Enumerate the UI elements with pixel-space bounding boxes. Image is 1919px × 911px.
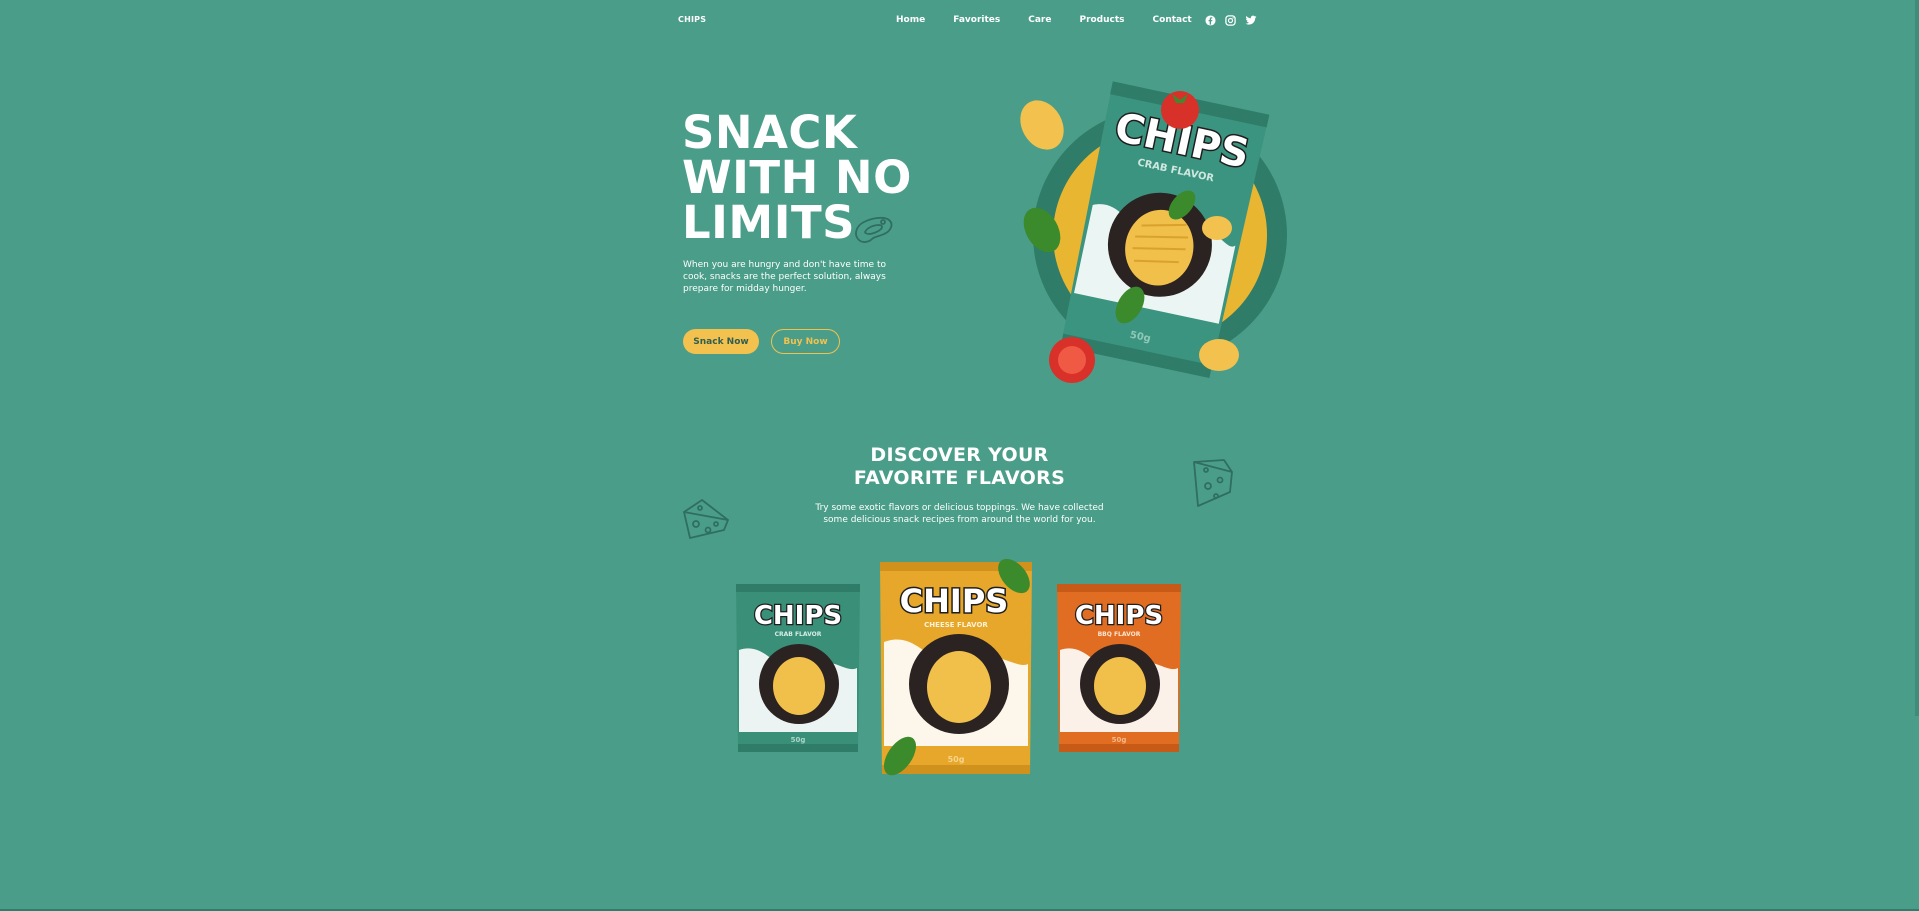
hero-description: When you are hungry and don't have time …: [683, 260, 886, 294]
facebook-icon[interactable]: [1205, 14, 1217, 26]
bag-weight-text: 50g: [1112, 736, 1127, 744]
bag-brand-text: CHIPS: [754, 601, 842, 631]
bag-flavor-text: BBQ FLAVOR: [1098, 631, 1141, 638]
bag-brand-text: CHIPS: [1075, 601, 1163, 631]
social-links: [1205, 14, 1257, 26]
nav-products[interactable]: Products: [1079, 15, 1124, 25]
page-scrollbar[interactable]: [1915, 0, 1919, 716]
hero-title-line: SNACK: [682, 106, 858, 159]
bag-weight-text: 50g: [791, 736, 806, 744]
cheese-icon: [1193, 459, 1233, 507]
main-nav: Home Favorites Care Products Contact: [896, 14, 1257, 26]
buy-now-button[interactable]: Buy Now: [771, 329, 840, 354]
bag-flavor-text: CRAB FLAVOR: [775, 631, 822, 638]
twitter-icon[interactable]: [1245, 14, 1257, 26]
discover-description-line: Try some exotic flavors or delicious top…: [815, 503, 1104, 513]
hero-title-line: LIMITS: [682, 196, 856, 249]
brand-logo[interactable]: CHIPS: [678, 15, 706, 24]
product-card-cheese[interactable]: CHIPS CHEESE FLAVOR 50g: [876, 556, 1036, 778]
discover-title: DISCOVER YOUR FAVORITE FLAVORS: [0, 444, 1919, 490]
snack-now-button[interactable]: Snack Now: [683, 329, 759, 354]
bag-flavor-text: CHEESE FLAVOR: [924, 621, 988, 629]
bag-weight-text: 50g: [948, 755, 965, 764]
hero-title-line: WITH NO: [682, 151, 912, 204]
nav-home[interactable]: Home: [896, 15, 925, 25]
nav-care[interactable]: Care: [1028, 15, 1051, 25]
product-card-crab[interactable]: CHIPS CRAB FLAVOR 50g: [733, 582, 863, 754]
nav-contact[interactable]: Contact: [1153, 15, 1192, 25]
discover-description: Try some exotic flavors or delicious top…: [0, 502, 1919, 526]
hero-chips-bag-image: CHIPS CRAB FLAVOR 50g: [1020, 81, 1287, 383]
instagram-icon[interactable]: [1225, 14, 1237, 26]
bag-brand-text: CHIPS: [900, 582, 1009, 620]
landing-page: CHIPS Home Favorites Care Products Conta…: [0, 0, 1919, 911]
discover-title-line: FAVORITE FLAVORS: [853, 467, 1066, 489]
discover-title-line: DISCOVER YOUR: [870, 444, 1049, 466]
steak-icon: [855, 216, 893, 243]
hero-title: SNACK WITH NO LIMITS: [682, 110, 932, 245]
cheese-icon: [683, 499, 729, 539]
discover-description-line: some delicious snack recipes from around…: [823, 515, 1096, 525]
product-card-bbq[interactable]: CHIPS BBQ FLAVOR 50g: [1054, 582, 1184, 754]
nav-favorites[interactable]: Favorites: [953, 15, 1000, 25]
